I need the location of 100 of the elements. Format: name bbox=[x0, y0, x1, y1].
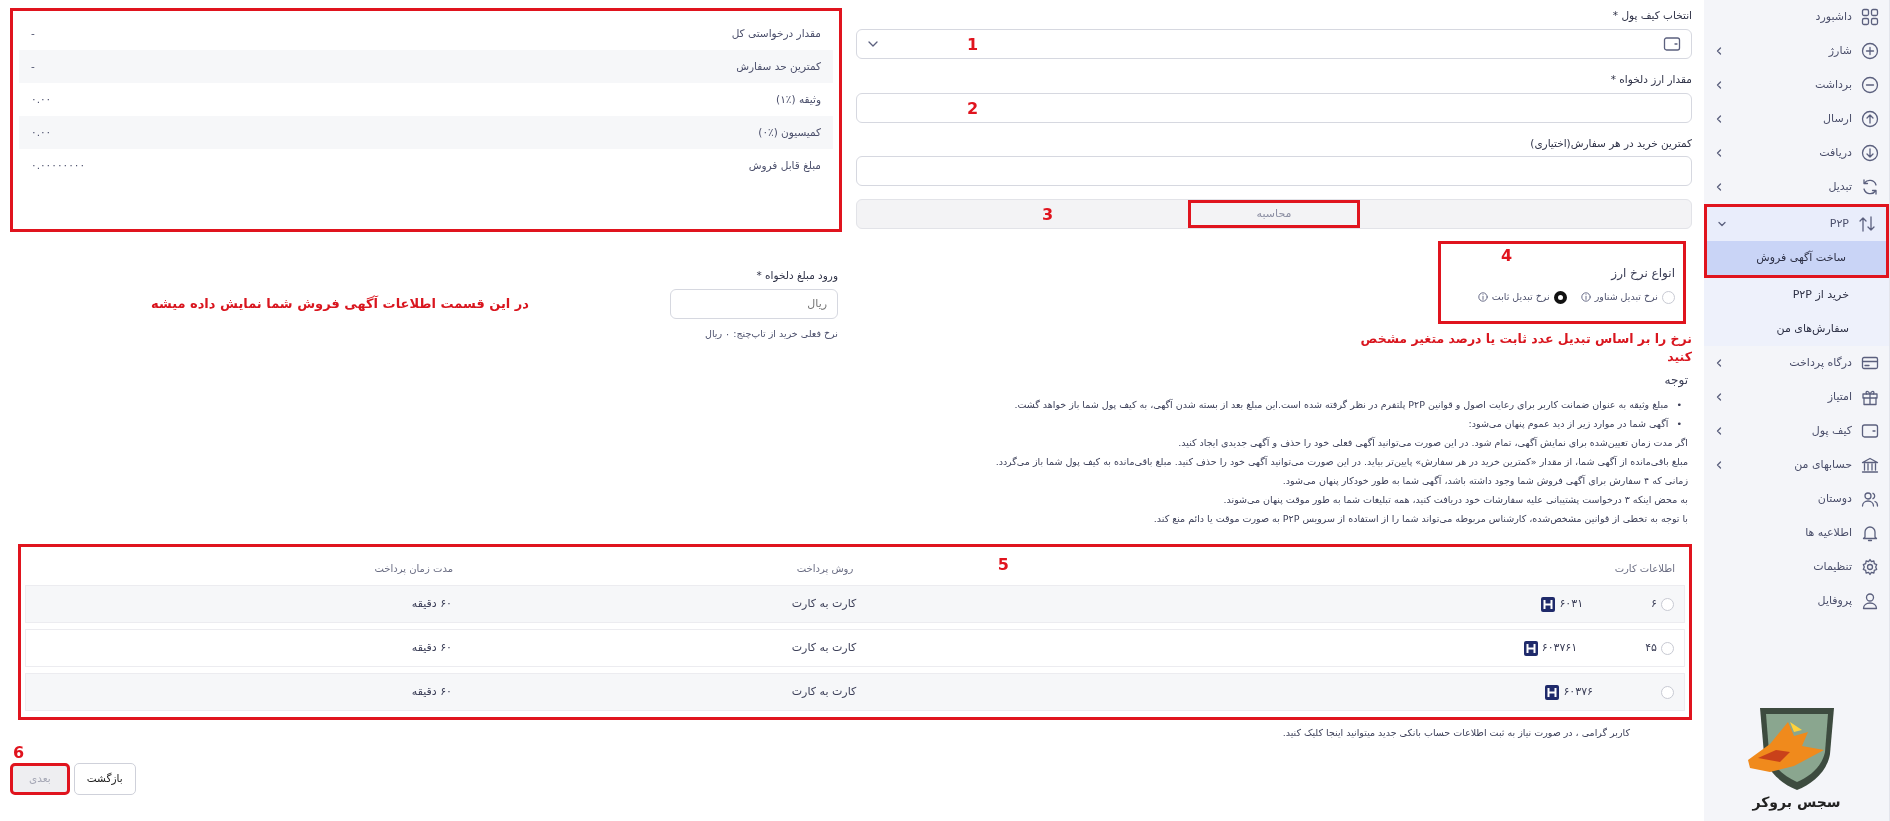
info-icon bbox=[1580, 292, 1591, 303]
bank-logo-icon bbox=[1523, 640, 1538, 656]
bullet-mark: • bbox=[1676, 398, 1682, 413]
table-cell: ۶۰ دقیقه bbox=[411, 685, 452, 699]
annotation-number: 6 bbox=[13, 744, 25, 761]
submenu-item[interactable]: خرید از P۲P bbox=[1704, 278, 1889, 312]
notice-text: مبلغ وثیقه به عنوان ضمانت کاربر برای رعایت اصول و قوانین P۲P پلتفرم در نظر گرفته شده است.این مبلغ بعد از بسته شدن آگهی، به کیف پول شما باز خواهد گشت. bbox=[1014, 398, 1669, 413]
amount-field[interactable]: ریال bbox=[670, 288, 838, 319]
logo-text: سجس بروکر bbox=[1752, 793, 1841, 813]
field-label: انتخاب کیف پول * bbox=[1611, 8, 1692, 24]
summary-value: - bbox=[31, 58, 35, 74]
menu-item[interactable]: ارسال bbox=[1704, 102, 1889, 136]
table-cell: ۶۰ دقیقه bbox=[411, 641, 452, 655]
menu-item[interactable]: دریافت bbox=[1704, 136, 1889, 170]
menu-item[interactable]: P۲P bbox=[1707, 207, 1886, 241]
card-number-start: ۶۰۳۱ bbox=[1559, 596, 1584, 613]
menu-item[interactable]: دوستان bbox=[1704, 482, 1889, 516]
summary-label: کمترین حد سفارش bbox=[736, 58, 821, 75]
arrow-down-icon bbox=[1861, 144, 1879, 162]
menu-item[interactable]: درگاه پرداخت bbox=[1704, 346, 1889, 380]
wallet-select[interactable]: 1 bbox=[856, 28, 1692, 59]
column-header: اطلاعات کارت bbox=[1614, 561, 1675, 576]
user-icon bbox=[1861, 592, 1879, 610]
refresh-icon bbox=[1861, 178, 1879, 196]
radio-button[interactable] bbox=[1553, 290, 1567, 304]
submenu-item[interactable]: سفارش‌های من bbox=[1704, 312, 1889, 346]
menu-item[interactable]: تنظیمات bbox=[1704, 550, 1889, 584]
bullet-mark: • bbox=[1676, 417, 1682, 432]
card-number-start: ۶۰۳۷۶۱ bbox=[1541, 640, 1578, 657]
menu-item[interactable]: برداشت bbox=[1704, 68, 1889, 102]
menu-item[interactable]: پروفایل bbox=[1704, 584, 1889, 618]
field-label: ورود مبلغ دلخواه * bbox=[755, 268, 838, 284]
field-label: کمترین خرید در هر سفارش(اختیاری) bbox=[1529, 135, 1692, 152]
table-row[interactable]: ۴۵ ۶۰۳۷۶۱ کارت به کارت ۶۰ دقیقه bbox=[25, 629, 1685, 668]
users-icon bbox=[1861, 490, 1879, 508]
table-cell: کارت به کارت bbox=[791, 641, 857, 655]
notice-text: اگر مدت زمان تعیین‌شده برای نمایش آگهی، تمام شود. در این صورت می‌توانید آگهی فعلی خود را حذف و آگهی جدیدی ایجاد کنید. bbox=[1177, 436, 1688, 451]
card-number-end: ۴۵ bbox=[1645, 640, 1657, 657]
summary-label: کمیسیون (٪۰) bbox=[758, 124, 821, 141]
wallet-icon bbox=[1663, 35, 1681, 52]
summary-value: ۰.۰۰۰۰۰۰۰۰ bbox=[31, 157, 86, 173]
notice-text: زمانی که ۴ سفارش برای آگهی فروش شما وجود داشته باشد، آگهی شما به طور خودکار پنهان می‌شود. bbox=[1281, 474, 1688, 489]
submenu-item[interactable]: ساخت آگهی فروش bbox=[1707, 241, 1886, 275]
bank-icon bbox=[1861, 456, 1879, 474]
summary-value: ۰.۰۰ bbox=[31, 124, 52, 140]
option-label: نرخ تبدیل ثابت bbox=[1491, 290, 1550, 305]
grid-icon bbox=[1861, 8, 1879, 26]
arrow-up-icon bbox=[1861, 110, 1879, 128]
annotation-number: 4 bbox=[1501, 248, 1513, 265]
swap-icon bbox=[1858, 215, 1876, 233]
annotation-number: 1 bbox=[967, 36, 979, 53]
menu-item[interactable]: داشبورد bbox=[1704, 0, 1889, 34]
annotation-number: 3 bbox=[1042, 207, 1054, 224]
info-text: کاربر گرامی ، در صورت نیاز به ثبت اطلاعات حساب بانکی جدید میتوانید اینجا کلیک کنید. bbox=[1281, 726, 1631, 741]
table-cell: کارت به کارت bbox=[791, 597, 857, 611]
column-header: مدت زمان پرداخت bbox=[374, 562, 453, 574]
card-icon bbox=[1861, 354, 1879, 372]
notice-title: توجه bbox=[1663, 372, 1688, 390]
table-cell: ۶۰ دقیقه bbox=[411, 597, 452, 611]
hint-text: نرخ فعلی خرید از تاپ‌چنج: ۰ ریال bbox=[704, 326, 838, 341]
summary-value: - bbox=[31, 25, 35, 41]
summary-value: ۰.۰۰ bbox=[31, 91, 52, 107]
notice-text: آگهی شما در موارد زیر از دید عموم پنهان می‌شود: bbox=[1468, 417, 1669, 432]
annotation-number: 5 bbox=[997, 557, 1009, 574]
field-label: مقدار ارز دلخواه * bbox=[1609, 71, 1692, 88]
summary-label: وثیقه (٪۱) bbox=[776, 91, 821, 108]
info-icon bbox=[1477, 292, 1488, 303]
summary-label: مقدار درخواستی کل bbox=[731, 25, 821, 42]
notice-text: به محض اینکه ۳ درخواست پشتیبانی علیه سفارشات خود دریافت کنید، همه تبلیغات شما به طور موقت پنهان می‌شوند. bbox=[1222, 493, 1688, 508]
notice-text: مبلغ باقی‌مانده از آگهی شما، از مقدار «کمترین خرید در هر سفارش» پایین‌تر بیاید. در این صورت می‌توانید آگهی خود را حذف کنید. مبلغ باقی‌مانده به کیف پول شما باز می‌گردد. bbox=[994, 455, 1688, 470]
card-number-end: ۶ bbox=[1651, 596, 1657, 613]
table-row[interactable]: ۶ ۶۰۳۱ کارت به کارت ۶۰ دقیقه bbox=[25, 585, 1685, 624]
annotation-note: نرخ را بر اساس تبدیل عدد ثابت یا درصد متغیر مشخص کنید bbox=[1359, 330, 1692, 366]
notice-text: با توجه به تخطی از قوانین مشخص‌شده، کارشناس مربوطه می‌تواند شما را از استفاده از سرویس P۲P به صورت موقت یا دائم منع کند. bbox=[1152, 512, 1688, 527]
menu-item[interactable]: کیف پول bbox=[1704, 414, 1889, 448]
bank-logo-icon bbox=[1545, 684, 1560, 700]
table-cell: کارت به کارت bbox=[791, 685, 857, 699]
wallet-icon bbox=[1861, 422, 1879, 440]
minus-icon bbox=[1861, 76, 1879, 94]
menu-item[interactable]: اطلاعیه ها bbox=[1704, 516, 1889, 550]
menu-item[interactable]: امتیاز bbox=[1704, 380, 1889, 414]
menu-item[interactable]: تبدیل bbox=[1704, 170, 1889, 204]
input-field[interactable]: 2 bbox=[856, 92, 1692, 123]
bank-logo-icon bbox=[1541, 596, 1556, 612]
group-title: انواع نرخ ارز bbox=[1609, 265, 1675, 283]
card-number-start: ۶۰۳۷۶ bbox=[1563, 684, 1593, 701]
input-field[interactable] bbox=[856, 156, 1692, 187]
settings-icon bbox=[1861, 558, 1879, 576]
column-header: روش پرداخت bbox=[796, 562, 854, 574]
bell-icon bbox=[1861, 524, 1879, 542]
menu-item[interactable]: شارژ bbox=[1704, 34, 1889, 68]
back-button[interactable]: بازگشت bbox=[73, 762, 136, 795]
summary-label: مبلغ قابل فروش bbox=[748, 157, 821, 174]
menu-item[interactable]: حسابهای من bbox=[1704, 448, 1889, 482]
plus-icon bbox=[1861, 42, 1879, 60]
table-row[interactable]: ۶۰۳۷۶ کارت به کارت ۶۰ دقیقه bbox=[25, 673, 1685, 712]
annotation-number: 2 bbox=[967, 100, 979, 117]
annotation-note: در این قسمت اطلاعات آگهی فروش شما نمایش داده میشه bbox=[150, 294, 530, 313]
option-label: نرخ تبدیل شناور bbox=[1594, 290, 1658, 305]
gift-icon bbox=[1861, 388, 1879, 406]
